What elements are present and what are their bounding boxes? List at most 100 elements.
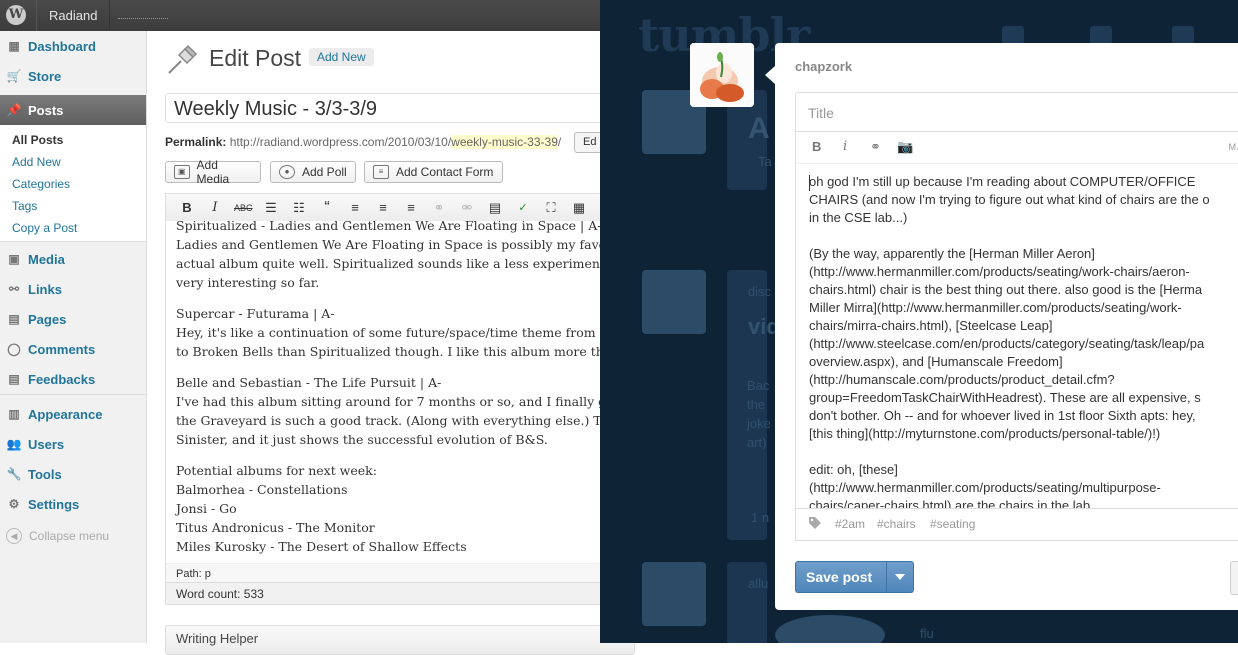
writing-helper-box[interactable]: Writing Helper bbox=[165, 625, 635, 655]
align-center-icon[interactable]: ≡ bbox=[374, 199, 392, 217]
page-title: Edit Post bbox=[209, 45, 301, 72]
dimmed-text: Bac bbox=[747, 378, 769, 393]
kitchen-sink-icon[interactable]: ▦ bbox=[570, 199, 588, 217]
italic-icon[interactable]: I bbox=[206, 199, 224, 217]
menu-item-appearance[interactable]: ▥Appearance bbox=[0, 399, 146, 429]
insert-link-icon[interactable]: ⚭ bbox=[430, 199, 448, 217]
add-new-button[interactable]: Add New bbox=[309, 48, 374, 66]
numbered-list-icon[interactable]: ☷ bbox=[290, 199, 308, 217]
menu-item-feedbacks[interactable]: ▤Feedbacks bbox=[0, 364, 146, 394]
pages-icon: ▤ bbox=[6, 312, 22, 326]
dimmed-text: Ta bbox=[758, 154, 772, 169]
link-icon: ⚯ bbox=[6, 282, 22, 296]
post-title-input[interactable]: Weekly Music - 3/3-3/9 bbox=[165, 93, 625, 123]
posts-submenu: All Posts Add New Categories Tags Copy a… bbox=[0, 125, 146, 242]
menu-item-users[interactable]: 👥Users bbox=[0, 429, 146, 459]
align-right-icon[interactable]: ≡ bbox=[402, 199, 420, 217]
submenu-categories[interactable]: Categories bbox=[12, 177, 70, 191]
appearance-icon: ▥ bbox=[6, 407, 22, 421]
editor-line: to Broken Bells than Spiritualized thoug… bbox=[176, 342, 636, 361]
bold-icon[interactable]: B bbox=[812, 139, 821, 154]
post-content-editor[interactable]: Spiritualized - Ladies and Gentlemen We … bbox=[165, 221, 637, 564]
admin-bar-item[interactable] bbox=[118, 14, 168, 19]
menu-item-dashboard[interactable]: ▦ Dashboard bbox=[0, 31, 146, 61]
post-title-field[interactable]: Title bbox=[795, 92, 1238, 132]
strikethrough-icon[interactable]: ABC bbox=[234, 199, 252, 217]
settings-icon: ⚙ bbox=[6, 497, 22, 511]
more-tag-icon[interactable]: ▤ bbox=[486, 199, 504, 217]
menu-item-pages[interactable]: ▤Pages bbox=[0, 304, 146, 334]
permalink-slug[interactable]: weekly-music-33-39 bbox=[451, 135, 558, 149]
menu-item-posts[interactable]: 📌Posts bbox=[0, 95, 146, 125]
blockquote-icon[interactable]: “ bbox=[318, 199, 336, 217]
button-label: Add Media bbox=[197, 158, 252, 186]
wp-edit-post-panel: Edit Post Add New Weekly Music - 3/3-3/9… bbox=[147, 31, 600, 643]
menu-label: Comments bbox=[28, 342, 95, 357]
submenu-copy-a-post[interactable]: Copy a Post bbox=[12, 221, 77, 235]
menu-item-media[interactable]: ▣Media bbox=[0, 244, 146, 274]
dimmed-image bbox=[775, 615, 885, 643]
menu-item-settings[interactable]: ⚙Settings bbox=[0, 489, 146, 519]
post-line: don't bother. Oh -- and for whoever live… bbox=[809, 407, 1196, 425]
permalink-base[interactable]: http://radiand.wordpress.com/2010/03/10/ bbox=[230, 135, 451, 149]
collapse-menu-button[interactable]: ◀Collapse menu bbox=[6, 528, 109, 544]
fullscreen-icon[interactable]: ⛶ bbox=[542, 199, 560, 217]
dimmed-text: the bbox=[747, 397, 765, 412]
submenu-add-new[interactable]: Add New bbox=[12, 155, 61, 169]
bold-icon[interactable]: B bbox=[178, 199, 196, 217]
italic-icon[interactable]: i bbox=[843, 139, 847, 154]
unlink-icon[interactable]: ⚮ bbox=[458, 199, 476, 217]
add-poll-button[interactable]: ●Add Poll bbox=[270, 161, 356, 183]
wordpress-logo-icon[interactable]: W bbox=[6, 5, 26, 25]
word-count: Word count: 533 bbox=[165, 583, 635, 605]
tags-bar[interactable]: #2am #chairs #seating bbox=[795, 508, 1238, 541]
post-line: chairs/mirra-chairs.html), [Steelcase Le… bbox=[809, 317, 1052, 335]
tumblr-post-dialog: chapzork Title B i ⚭ 📷 MA oh god I'm sti… bbox=[775, 43, 1238, 610]
add-contact-form-button[interactable]: ≡Add Contact Form bbox=[364, 161, 503, 183]
submenu-tags[interactable]: Tags bbox=[12, 199, 37, 213]
post-line: in the CSE lab...) bbox=[809, 209, 907, 227]
editor-line: very interesting so far. bbox=[176, 273, 636, 292]
post-line: CHAIRS (and now I'm trying to figure out… bbox=[809, 191, 1210, 209]
align-left-icon[interactable]: ≡ bbox=[346, 199, 364, 217]
menu-item-links[interactable]: ⚯ Links bbox=[0, 274, 146, 304]
camera-icon[interactable]: 📷 bbox=[897, 139, 913, 155]
submenu-all-posts[interactable]: All Posts bbox=[12, 133, 63, 147]
editor-line: Ladies and Gentlemen We Are Floating in … bbox=[176, 235, 636, 254]
tag-item[interactable]: #2am bbox=[835, 517, 865, 531]
menu-label: Dashboard bbox=[28, 39, 96, 54]
save-post-button[interactable]: Save post bbox=[795, 561, 914, 593]
menu-item-comments[interactable]: ◯ Comments bbox=[0, 334, 146, 364]
link-icon[interactable]: ⚭ bbox=[870, 139, 881, 155]
blog-avatar[interactable] bbox=[690, 43, 754, 107]
dashboard-icon: ▦ bbox=[6, 39, 22, 53]
menu-label: Feedbacks bbox=[28, 372, 95, 387]
dimmed-text: art) bbox=[747, 435, 767, 450]
pushpin-icon: 📌 bbox=[6, 103, 22, 117]
editor-line: the Graveyard is such a good track. (Alo… bbox=[176, 411, 636, 430]
permalink-label: Permalink: bbox=[165, 135, 226, 149]
comment-bubble-icon: ◯ bbox=[6, 342, 22, 356]
post-line: overview.aspx), and [Humanscale Freedom] bbox=[809, 353, 1063, 371]
users-icon: 👥 bbox=[6, 437, 22, 451]
spellcheck-icon[interactable]: ✓ bbox=[514, 199, 532, 217]
site-name-link[interactable]: Radiand bbox=[36, 0, 110, 31]
blog-name: chapzork bbox=[795, 59, 852, 74]
post-line: (http://www.steelcase.com/en/products/ca… bbox=[809, 335, 1204, 353]
menu-label: Links bbox=[28, 282, 62, 297]
chevron-down-icon[interactable] bbox=[895, 574, 905, 580]
tag-item[interactable]: #chairs bbox=[877, 517, 916, 531]
close-button[interactable] bbox=[1230, 561, 1238, 595]
post-line: Miller Mirra](http://www.hermanmiller.co… bbox=[809, 299, 1182, 317]
post-line: (http://www.hermanmiller.com/products/se… bbox=[809, 479, 1161, 497]
menu-item-store[interactable]: 🛒Store bbox=[0, 61, 146, 91]
media-icon: ▣ bbox=[6, 252, 22, 266]
post-body-textarea[interactable]: oh god I'm still up because I'm reading … bbox=[795, 163, 1238, 508]
add-media-button[interactable]: ▣Add Media bbox=[165, 161, 261, 183]
menu-label: Store bbox=[28, 69, 61, 84]
button-label: Add Poll bbox=[302, 165, 347, 179]
menu-item-tools[interactable]: 🔧Tools bbox=[0, 459, 146, 489]
editor-line: I've had this album sitting around for 7… bbox=[176, 392, 636, 411]
tag-item[interactable]: #seating bbox=[930, 517, 975, 531]
bullet-list-icon[interactable]: ☰ bbox=[262, 199, 280, 217]
